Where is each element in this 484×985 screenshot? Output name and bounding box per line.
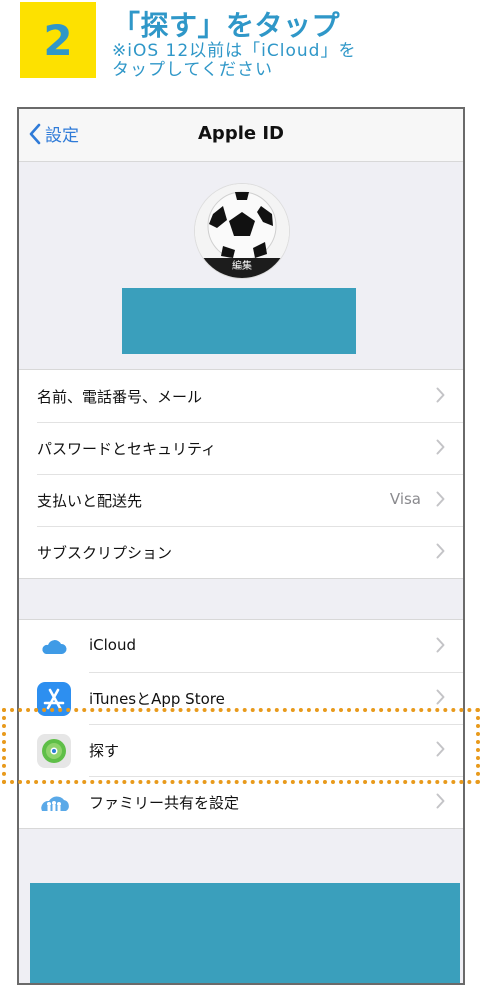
step-note: ※iOS 12以前は「iCloud」を タップしてください [112, 42, 356, 80]
payment-method-value: Visa [389, 490, 421, 508]
icloud-row[interactable]: iCloud [19, 620, 463, 672]
row-label: パスワードとセキュリティ [37, 440, 217, 458]
step-number: 2 [43, 15, 73, 65]
chevron-right-icon [436, 543, 445, 559]
device-list-redaction-box [30, 883, 460, 983]
profile-header: 編集 [19, 162, 463, 368]
step-badge: 2 [20, 2, 96, 78]
family-sharing-icon [37, 786, 71, 820]
name-phone-email-row[interactable]: 名前、電話番号、メール [19, 370, 463, 422]
step-note-line2: タップしてください [112, 60, 273, 80]
navigation-bar: 設定 Apple ID [19, 109, 463, 162]
chevron-right-icon [436, 637, 445, 653]
row-label: iCloud [89, 636, 137, 654]
step-note-line1: ※iOS 12以前は「iCloud」を [112, 41, 357, 61]
row-label: 名前、電話番号、メール [37, 388, 203, 406]
row-label: iTunesとApp Store [89, 690, 225, 708]
name-redaction-box [122, 288, 356, 354]
chevron-right-icon [436, 387, 445, 403]
row-label: 支払いと配送先 [37, 492, 143, 510]
row-label: ファミリー共有を設定 [89, 794, 240, 812]
chevron-right-icon [436, 491, 445, 507]
chevron-right-icon [436, 439, 445, 455]
step-title: 「探す」をタップ [112, 9, 341, 42]
password-security-row[interactable]: パスワードとセキュリティ [19, 422, 463, 474]
avatar[interactable]: 編集 [195, 184, 289, 278]
payment-shipping-row[interactable]: 支払いと配送先 Visa [19, 474, 463, 526]
account-settings-group: 名前、電話番号、メール パスワードとセキュリティ 支払いと配送先 Visa サブ… [19, 369, 463, 579]
chevron-right-icon [436, 793, 445, 809]
phone-screenshot: 設定 Apple ID 編集 名前、電話番号、メール パスワードとセキュリティ … [17, 107, 465, 985]
chevron-right-icon [436, 689, 445, 705]
subscriptions-row[interactable]: サブスクリプション [19, 526, 463, 578]
icloud-icon [37, 630, 71, 664]
row-label: サブスクリプション [37, 544, 173, 562]
avatar-edit-label[interactable]: 編集 [195, 258, 289, 278]
page-title: Apple ID [198, 123, 284, 144]
find-my-highlight-frame [2, 708, 480, 784]
